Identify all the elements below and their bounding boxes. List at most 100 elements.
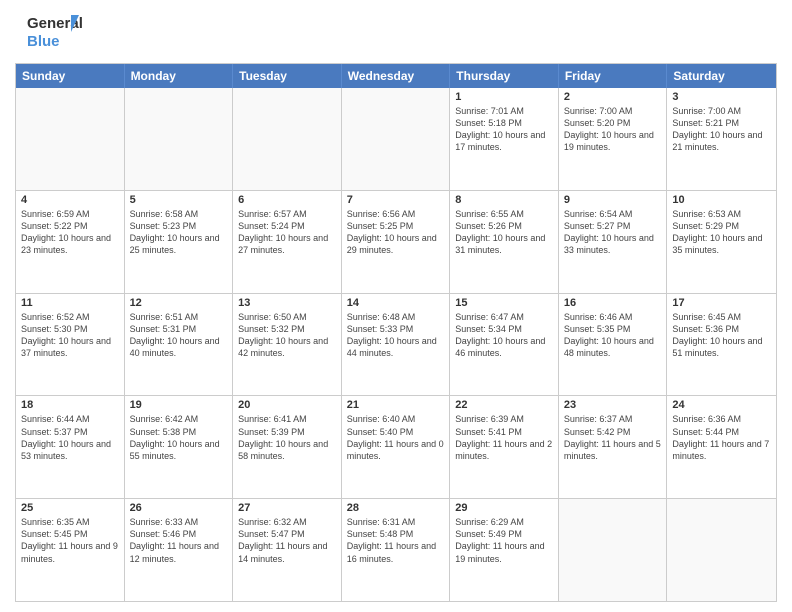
day-number: 4 [21, 194, 119, 206]
calendar-body: 1 Sunrise: 7:01 AM Sunset: 5:18 PM Daylig… [16, 88, 776, 601]
day-number: 25 [21, 502, 119, 514]
empty-cell [233, 88, 342, 190]
day-number: 23 [564, 399, 662, 411]
day-cell-3: 3 Sunrise: 7:00 AM Sunset: 5:21 PM Daylig… [667, 88, 776, 190]
calendar-week-2: 4 Sunrise: 6:59 AM Sunset: 5:22 PM Daylig… [16, 190, 776, 293]
day-info: Sunrise: 7:00 AM Sunset: 5:21 PM Dayligh… [672, 105, 771, 154]
day-cell-28: 28 Sunrise: 6:31 AM Sunset: 5:48 PM Dayli… [342, 499, 451, 601]
day-info: Sunrise: 6:48 AM Sunset: 5:33 PM Dayligh… [347, 311, 445, 360]
day-number: 29 [455, 502, 553, 514]
day-info: Sunrise: 6:51 AM Sunset: 5:31 PM Dayligh… [130, 311, 228, 360]
calendar-week-4: 18 Sunrise: 6:44 AM Sunset: 5:37 PM Dayli… [16, 395, 776, 498]
header-day-sunday: Sunday [16, 64, 125, 88]
day-number: 22 [455, 399, 553, 411]
day-number: 6 [238, 194, 336, 206]
day-cell-5: 5 Sunrise: 6:58 AM Sunset: 5:23 PM Daylig… [125, 191, 234, 293]
day-number: 1 [455, 91, 553, 103]
day-info: Sunrise: 6:57 AM Sunset: 5:24 PM Dayligh… [238, 208, 336, 257]
day-cell-10: 10 Sunrise: 6:53 AM Sunset: 5:29 PM Dayli… [667, 191, 776, 293]
day-cell-25: 25 Sunrise: 6:35 AM Sunset: 5:45 PM Dayli… [16, 499, 125, 601]
empty-cell [667, 499, 776, 601]
day-info: Sunrise: 6:52 AM Sunset: 5:30 PM Dayligh… [21, 311, 119, 360]
day-cell-26: 26 Sunrise: 6:33 AM Sunset: 5:46 PM Dayli… [125, 499, 234, 601]
svg-text:Blue: Blue [27, 33, 60, 50]
day-number: 13 [238, 297, 336, 309]
day-number: 21 [347, 399, 445, 411]
day-cell-20: 20 Sunrise: 6:41 AM Sunset: 5:39 PM Dayli… [233, 396, 342, 498]
day-number: 9 [564, 194, 662, 206]
calendar-week-1: 1 Sunrise: 7:01 AM Sunset: 5:18 PM Daylig… [16, 88, 776, 190]
day-info: Sunrise: 6:32 AM Sunset: 5:47 PM Dayligh… [238, 516, 336, 565]
day-info: Sunrise: 6:42 AM Sunset: 5:38 PM Dayligh… [130, 413, 228, 462]
day-info: Sunrise: 6:40 AM Sunset: 5:40 PM Dayligh… [347, 413, 445, 462]
day-cell-24: 24 Sunrise: 6:36 AM Sunset: 5:44 PM Dayli… [667, 396, 776, 498]
logo-svg: General Blue [15, 10, 85, 55]
header-day-friday: Friday [559, 64, 668, 88]
day-cell-4: 4 Sunrise: 6:59 AM Sunset: 5:22 PM Daylig… [16, 191, 125, 293]
day-cell-27: 27 Sunrise: 6:32 AM Sunset: 5:47 PM Dayli… [233, 499, 342, 601]
day-cell-17: 17Sunrise: 6:45 AM Sunset: 5:36 PM Dayli… [667, 294, 776, 396]
day-number: 19 [130, 399, 228, 411]
day-number: 10 [672, 194, 771, 206]
day-cell-8: 8 Sunrise: 6:55 AM Sunset: 5:26 PM Daylig… [450, 191, 559, 293]
calendar: SundayMondayTuesdayWednesdayThursdayFrid… [15, 63, 777, 602]
day-info: Sunrise: 6:37 AM Sunset: 5:42 PM Dayligh… [564, 413, 662, 462]
day-info: Sunrise: 6:29 AM Sunset: 5:49 PM Dayligh… [455, 516, 553, 565]
day-number: 5 [130, 194, 228, 206]
day-cell-19: 19 Sunrise: 6:42 AM Sunset: 5:38 PM Dayli… [125, 396, 234, 498]
empty-cell [559, 499, 668, 601]
day-number: 24 [672, 399, 771, 411]
day-info: Sunrise: 6:36 AM Sunset: 5:44 PM Dayligh… [672, 413, 771, 462]
day-number: 2 [564, 91, 662, 103]
day-number: 3 [672, 91, 771, 103]
day-number: 12 [130, 297, 228, 309]
day-info: Sunrise: 6:35 AM Sunset: 5:45 PM Dayligh… [21, 516, 119, 565]
day-info: Sunrise: 6:39 AM Sunset: 5:41 PM Dayligh… [455, 413, 553, 462]
day-info: Sunrise: 6:59 AM Sunset: 5:22 PM Dayligh… [21, 208, 119, 257]
day-number: 18 [21, 399, 119, 411]
day-cell-11: 11Sunrise: 6:52 AM Sunset: 5:30 PM Dayli… [16, 294, 125, 396]
day-number: 20 [238, 399, 336, 411]
day-info: Sunrise: 6:53 AM Sunset: 5:29 PM Dayligh… [672, 208, 771, 257]
day-number: 28 [347, 502, 445, 514]
day-info: Sunrise: 7:01 AM Sunset: 5:18 PM Dayligh… [455, 105, 553, 154]
day-info: Sunrise: 6:50 AM Sunset: 5:32 PM Dayligh… [238, 311, 336, 360]
day-info: Sunrise: 6:31 AM Sunset: 5:48 PM Dayligh… [347, 516, 445, 565]
empty-cell [16, 88, 125, 190]
day-info: Sunrise: 6:58 AM Sunset: 5:23 PM Dayligh… [130, 208, 228, 257]
day-info: Sunrise: 6:44 AM Sunset: 5:37 PM Dayligh… [21, 413, 119, 462]
calendar-week-3: 11Sunrise: 6:52 AM Sunset: 5:30 PM Dayli… [16, 293, 776, 396]
day-info: Sunrise: 7:00 AM Sunset: 5:20 PM Dayligh… [564, 105, 662, 154]
empty-cell [125, 88, 234, 190]
calendar-week-5: 25 Sunrise: 6:35 AM Sunset: 5:45 PM Dayli… [16, 498, 776, 601]
day-cell-29: 29 Sunrise: 6:29 AM Sunset: 5:49 PM Dayli… [450, 499, 559, 601]
empty-cell [342, 88, 451, 190]
day-cell-14: 14 Sunrise: 6:48 AM Sunset: 5:33 PM Dayli… [342, 294, 451, 396]
day-info: Sunrise: 6:56 AM Sunset: 5:25 PM Dayligh… [347, 208, 445, 257]
day-cell-9: 9 Sunrise: 6:54 AM Sunset: 5:27 PM Daylig… [559, 191, 668, 293]
day-number: 8 [455, 194, 553, 206]
day-cell-12: 12 Sunrise: 6:51 AM Sunset: 5:31 PM Dayli… [125, 294, 234, 396]
day-info: Sunrise: 6:41 AM Sunset: 5:39 PM Dayligh… [238, 413, 336, 462]
header-day-tuesday: Tuesday [233, 64, 342, 88]
calendar-header: SundayMondayTuesdayWednesdayThursdayFrid… [16, 64, 776, 88]
day-cell-18: 18 Sunrise: 6:44 AM Sunset: 5:37 PM Dayli… [16, 396, 125, 498]
day-cell-2: 2 Sunrise: 7:00 AM Sunset: 5:20 PM Daylig… [559, 88, 668, 190]
header-day-monday: Monday [125, 64, 234, 88]
day-info: Sunrise: 6:33 AM Sunset: 5:46 PM Dayligh… [130, 516, 228, 565]
day-number: 26 [130, 502, 228, 514]
day-number: 17 [672, 297, 771, 309]
day-number: 14 [347, 297, 445, 309]
day-info: Sunrise: 6:54 AM Sunset: 5:27 PM Dayligh… [564, 208, 662, 257]
header-day-wednesday: Wednesday [342, 64, 451, 88]
day-cell-6: 6 Sunrise: 6:57 AM Sunset: 5:24 PM Daylig… [233, 191, 342, 293]
day-info: Sunrise: 6:55 AM Sunset: 5:26 PM Dayligh… [455, 208, 553, 257]
logo: General Blue [15, 10, 85, 55]
header: General Blue [15, 10, 777, 55]
day-cell-13: 13 Sunrise: 6:50 AM Sunset: 5:32 PM Dayli… [233, 294, 342, 396]
day-info: Sunrise: 6:47 AM Sunset: 5:34 PM Dayligh… [455, 311, 553, 360]
day-number: 27 [238, 502, 336, 514]
header-day-thursday: Thursday [450, 64, 559, 88]
day-cell-7: 7Sunrise: 6:56 AM Sunset: 5:25 PM Daylig… [342, 191, 451, 293]
day-cell-22: 22 Sunrise: 6:39 AM Sunset: 5:41 PM Dayli… [450, 396, 559, 498]
